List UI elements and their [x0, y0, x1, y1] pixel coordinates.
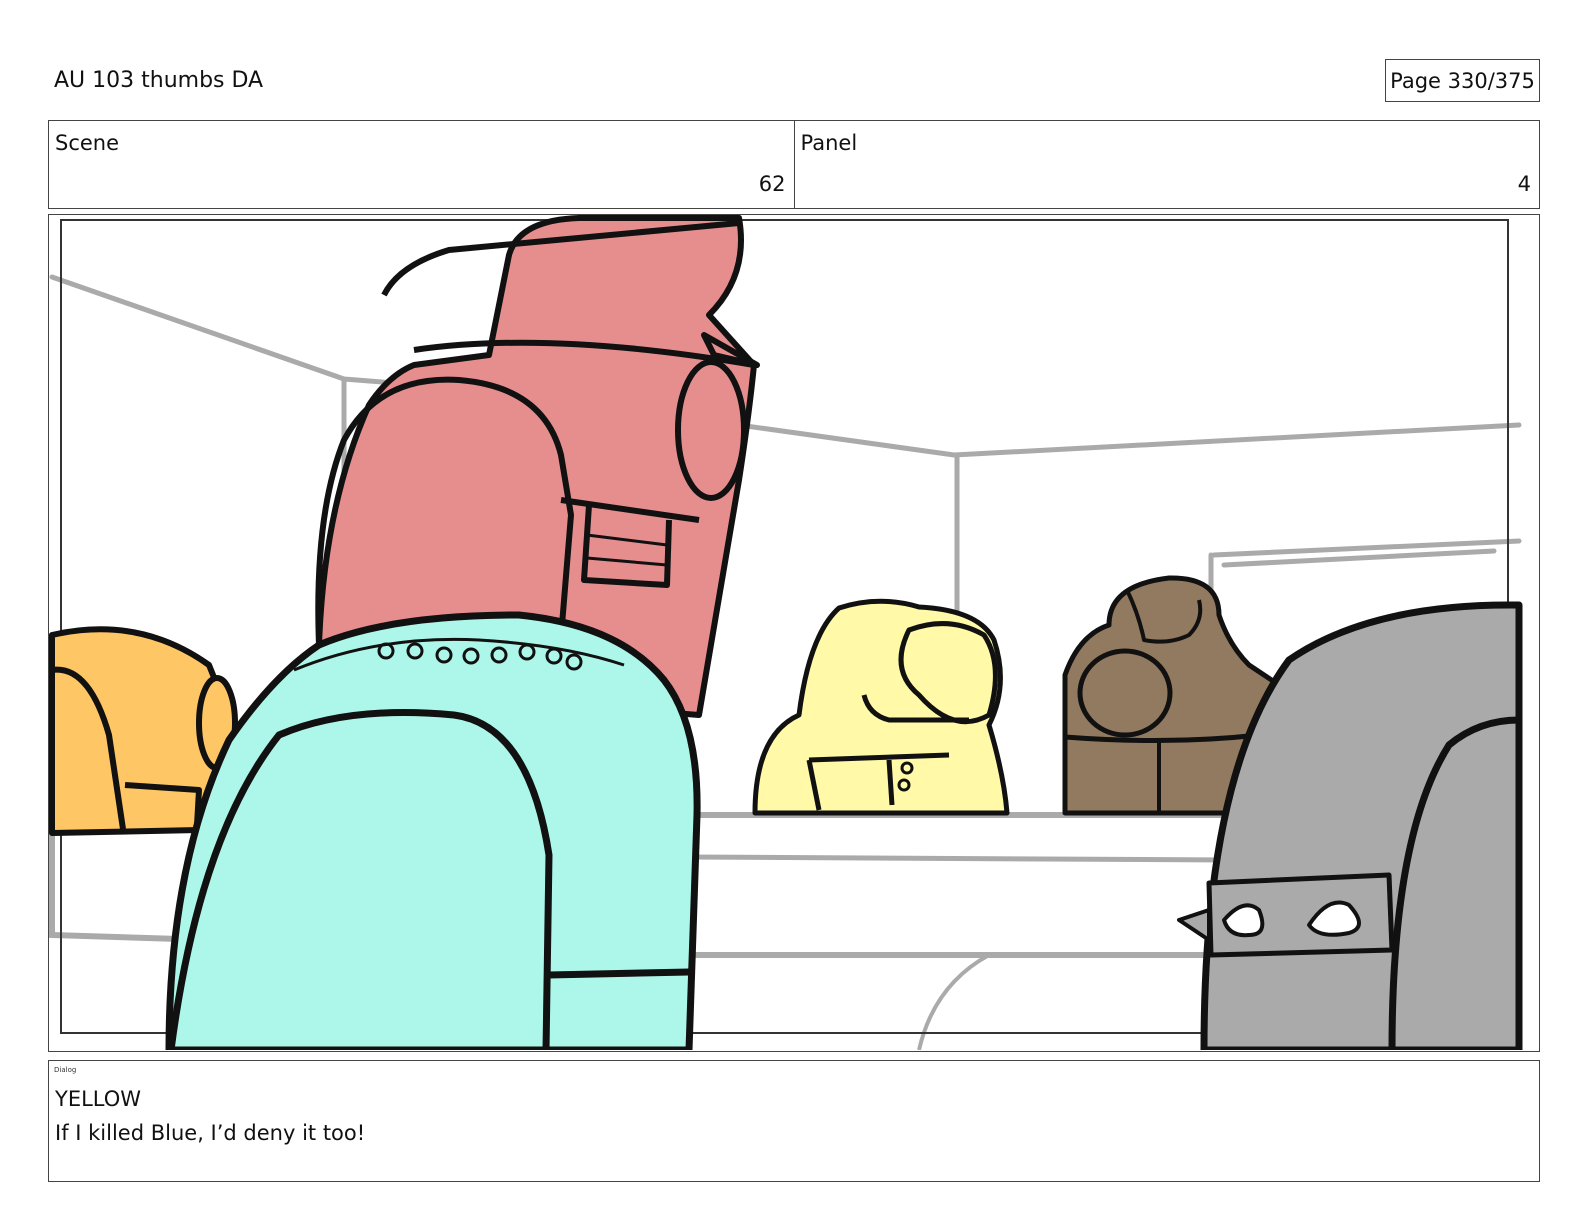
scene-label: Scene — [55, 131, 120, 155]
panel-number: 4 — [1517, 172, 1531, 196]
dialog-box: Dialog YELLOW If I killed Blue, I’d deny… — [48, 1060, 1540, 1182]
scene-number: 62 — [758, 172, 786, 196]
dialog-line: If I killed Blue, I’d deny it too! — [55, 1121, 366, 1145]
dialog-speaker: YELLOW — [55, 1087, 142, 1111]
page-indicator: Page 330/375 — [1385, 59, 1540, 102]
scene-cell: Scene 62 — [49, 121, 794, 208]
scene-panel-info: Scene 62 Panel 4 — [48, 120, 1540, 209]
panel-label: Panel — [800, 131, 858, 155]
storyboard-panel — [48, 214, 1540, 1052]
dialog-heading: Dialog — [54, 1066, 77, 1074]
panel-cell: Panel 4 — [793, 121, 1540, 208]
document-title: AU 103 thumbs DA — [54, 68, 264, 93]
panel-illustration — [49, 215, 1538, 1050]
